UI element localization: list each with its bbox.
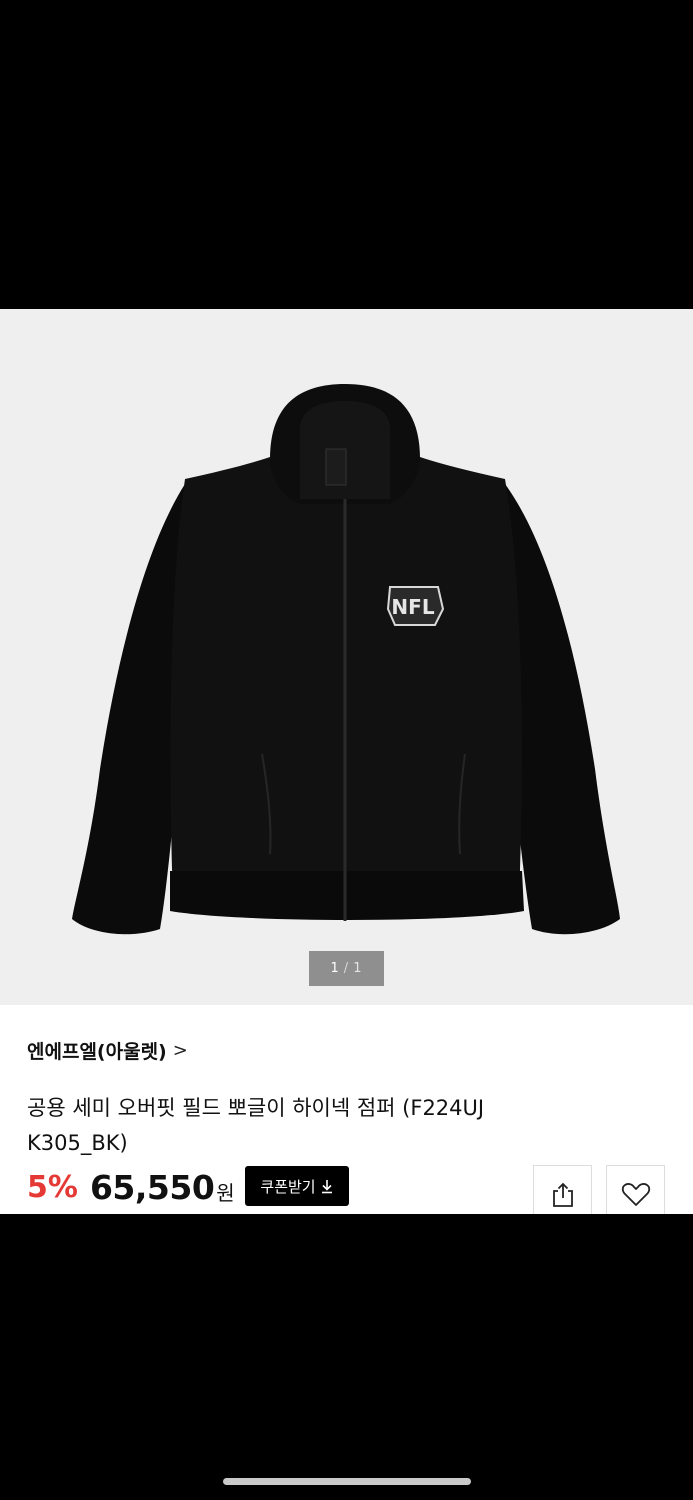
pager-separator: / (343, 961, 350, 976)
image-pager: 1 / 1 (309, 951, 384, 986)
product-image: NFL (72, 384, 620, 935)
heart-icon (621, 1183, 650, 1206)
share-icon (552, 1182, 573, 1207)
top-black-area (0, 0, 693, 309)
price-row: 5% 65,550 원 (27, 1165, 235, 1209)
home-indicator[interactable] (223, 1478, 471, 1485)
brand-name: 엔에프엘(아울렛) (27, 1041, 167, 1063)
pager-total: 1 (353, 961, 363, 976)
bottom-black-area (0, 1214, 693, 1500)
chest-logo-text: NFL (391, 595, 434, 619)
product-title: 공용 세미 오버핏 필드 뽀글이 하이넥 점퍼 (F224UJ K305_BK) (27, 1096, 485, 1155)
coupon-download-button[interactable]: 쿠폰받기 (245, 1166, 349, 1206)
currency-unit: 원 (216, 1180, 235, 1205)
product-image-gallery[interactable]: NFL 1 / 1 (0, 309, 693, 1005)
coupon-label: 쿠폰받기 (260, 1177, 316, 1196)
download-icon (321, 1180, 332, 1194)
pager-current: 1 (330, 961, 340, 976)
sale-price: 65,550 (89, 1167, 215, 1207)
product-info: 엔에프엘(아울렛) > 공용 세미 오버핏 필드 뽀글이 하이넥 점퍼 (F22… (0, 1005, 693, 1225)
chevron-right-icon: > (172, 1040, 188, 1061)
brand-link[interactable]: 엔에프엘(아울렛) > (27, 1037, 188, 1064)
discount-rate: 5% (27, 1169, 78, 1205)
